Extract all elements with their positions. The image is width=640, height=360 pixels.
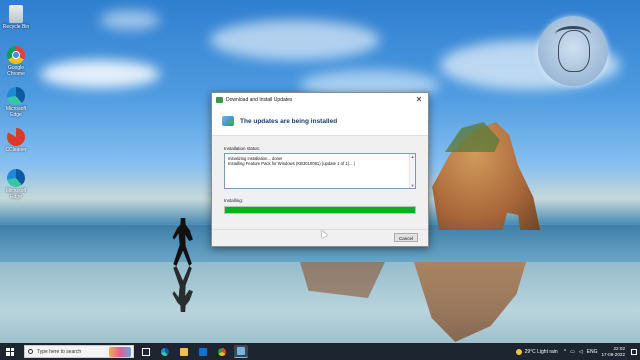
desktop-icon-edge[interactable]: Microsoft Edge [2, 87, 30, 127]
edge-icon [7, 87, 25, 105]
task-view-icon [142, 347, 150, 356]
status-line: Installing Feature Pack for Windows (KB3… [228, 161, 355, 166]
install-progress-bar [224, 206, 416, 214]
desktop-icon-recycle-bin[interactable]: Recycle Bin [2, 5, 30, 45]
search-icon [28, 349, 33, 354]
desktop-icons: Recycle Bin Google Chrome Microsoft Edge… [2, 4, 30, 210]
desktop-icon-label: Microsoft Edge [5, 106, 27, 118]
clock-date: 17-09-2022 [601, 351, 626, 357]
volume-icon[interactable]: ◁ [579, 349, 583, 355]
update-installer-icon [237, 347, 245, 355]
edge-icon [161, 347, 169, 356]
weather-text: 29°C Light rain [524, 348, 558, 355]
desktop-icon-label: Google Chrome [7, 65, 25, 77]
progress-fill [225, 207, 415, 213]
taskbar-file-explorer[interactable] [177, 345, 191, 358]
weather-widget[interactable]: 29°C Light rain [515, 348, 558, 355]
scroll-up-icon[interactable]: ▲ [410, 154, 415, 159]
update-icon [216, 97, 223, 103]
install-arrow-icon [222, 116, 234, 126]
taskbar-chrome[interactable] [215, 345, 229, 358]
desktop-icon-label: Recycle Bin [2, 24, 30, 30]
avatar-sketch [538, 16, 608, 86]
desktop-icon-edge-2[interactable]: Microsoft Edge [2, 169, 30, 209]
chrome-icon [218, 347, 226, 356]
clock[interactable]: 22:02 17-09-2022 [602, 346, 626, 358]
task-view-button[interactable] [139, 345, 153, 358]
desktop-icon-ccleaner[interactable]: CCleaner [2, 128, 30, 168]
notification-icon[interactable] [631, 348, 637, 355]
desktop-icon-label: Microsoft Edge [5, 188, 27, 200]
scroll-down-icon[interactable]: ▼ [410, 183, 415, 188]
desktop-icon-chrome[interactable]: Google Chrome [2, 46, 30, 86]
mail-icon [199, 347, 207, 356]
taskbar-search[interactable]: Type here to search [24, 345, 134, 358]
cloud [210, 20, 380, 60]
close-button[interactable]: ✕ [413, 94, 425, 106]
file-explorer-icon [180, 347, 188, 356]
status-label: Installation status: [224, 146, 261, 151]
cancel-button[interactable]: Cancel [394, 233, 418, 242]
cloud [100, 10, 160, 30]
cloud [40, 60, 160, 88]
taskbar: Type here to search 29°C Light rain ^ ▭ … [0, 343, 640, 360]
avatar-face [558, 30, 590, 72]
network-icon[interactable]: ▭ [570, 349, 575, 355]
dialog-heading: The updates are being installed [240, 117, 338, 125]
search-highlight-icon[interactable] [109, 347, 131, 357]
search-placeholder: Type here to search [37, 348, 82, 355]
edge-icon [7, 169, 25, 187]
status-textbox[interactable]: Initializing installation... done! Insta… [224, 153, 416, 189]
start-button[interactable] [4, 343, 16, 360]
install-updates-dialog: Download and Install Updates ✕ The updat… [211, 92, 429, 247]
taskbar-update-installer[interactable] [234, 345, 248, 358]
installing-label: Installing: [224, 198, 244, 203]
status-scrollbar[interactable]: ▲ ▼ [409, 154, 415, 188]
desktop-icon-label: CCleaner [5, 147, 27, 153]
taskbar-edge[interactable] [158, 345, 172, 358]
windows-logo-icon [6, 347, 14, 356]
taskbar-mail[interactable] [196, 345, 210, 358]
ccleaner-icon [7, 128, 25, 146]
system-tray: 29°C Light rain ^ ▭ ◁ ENG 22:02 17-09-20… [515, 343, 640, 360]
weather-icon [515, 348, 522, 355]
recycle-bin-icon [9, 5, 23, 23]
dialog-title: Download and Install Updates [226, 97, 293, 103]
dialog-header: The updates are being installed [212, 107, 428, 136]
chrome-icon [7, 46, 25, 64]
language-indicator[interactable]: ENG [587, 349, 598, 355]
tray-overflow-icon[interactable]: ^ [564, 349, 566, 355]
dialog-titlebar[interactable]: Download and Install Updates ✕ [212, 93, 428, 107]
